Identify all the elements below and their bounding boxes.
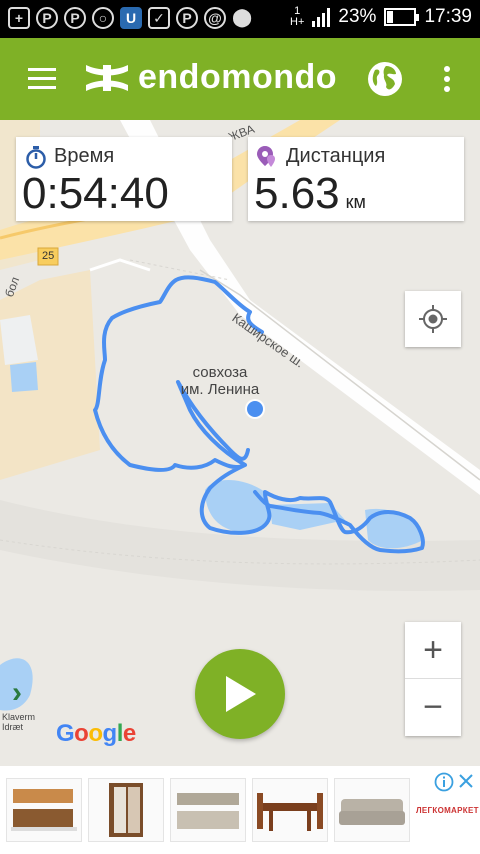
- plus-icon: +: [8, 7, 30, 29]
- brand: endomondo: [84, 58, 337, 97]
- google-logo: Google: [56, 720, 136, 747]
- zoom-controls: + −: [405, 622, 461, 736]
- pinterest-icon: P: [36, 7, 58, 29]
- time-label: Время: [54, 145, 115, 167]
- distance-value: 5.63: [254, 169, 340, 218]
- brand-name: endomondo: [138, 58, 338, 96]
- place-label: совхоза им. Ленина: [170, 364, 270, 398]
- ad-item-wardrobe[interactable]: [88, 778, 164, 842]
- zoom-out-button[interactable]: −: [405, 679, 461, 735]
- clock: 17:39: [424, 6, 472, 27]
- ad-item-kitchen[interactable]: [6, 778, 82, 842]
- under-armour-logo: [86, 64, 128, 91]
- ad-info-icon[interactable]: [434, 772, 454, 792]
- place-label-line1: совхоза: [192, 364, 248, 381]
- network-indicator: 1 H+: [290, 6, 304, 28]
- stopwatch-icon: [26, 146, 46, 169]
- battery-icon: [384, 8, 420, 26]
- distance-unit: км: [345, 192, 366, 212]
- battery-percent: 23%: [338, 6, 377, 27]
- distance-pin-icon: [257, 146, 275, 167]
- distance-card: Дистанция 5.63 км: [248, 137, 464, 221]
- status-bar: + P P ○ U ✓ P @ ⬤ 1 H+ 23% 17:39: [0, 0, 480, 38]
- menu-icon[interactable]: [28, 68, 56, 90]
- globe-icon[interactable]: [366, 60, 404, 98]
- ad-item-sofa[interactable]: [334, 778, 410, 842]
- app-icon: U: [120, 7, 142, 29]
- notification-icons: + P P ○ U ✓ P @ ⬤: [8, 7, 253, 29]
- road-number: 25: [42, 250, 55, 262]
- ad-brand: ЛЕГКОМАРКЕТ: [416, 806, 479, 815]
- current-location-dot: [247, 401, 263, 417]
- battery-level: [387, 11, 394, 23]
- more-vert-icon[interactable]: [444, 66, 450, 96]
- at-icon: @: [204, 7, 226, 29]
- ad-banner[interactable]: ЛЕГКОМАРКЕТ: [0, 766, 480, 854]
- signal-icon: [312, 7, 331, 27]
- distance-value-row: 5.63 км: [254, 169, 366, 219]
- ad-item-kitchen-set[interactable]: [170, 778, 246, 842]
- search-icon: ○: [92, 7, 114, 29]
- time-value: 0:54:40: [22, 169, 169, 218]
- pinterest-icon: P: [176, 7, 198, 29]
- zoom-in-button[interactable]: +: [405, 622, 461, 678]
- corner-label-line2: Idræt: [2, 722, 24, 732]
- ad-close-icon[interactable]: [458, 773, 474, 789]
- app-bar: endomondo: [0, 38, 480, 120]
- network-type: H+: [290, 16, 305, 28]
- ad-item-dining-set[interactable]: [252, 778, 328, 842]
- crosshair-icon: [419, 305, 447, 333]
- time-card: Время 0:54:40: [16, 137, 232, 221]
- pinterest-icon: P: [64, 7, 86, 29]
- my-location-button[interactable]: [405, 291, 461, 347]
- chevron-right-icon[interactable]: ›: [12, 676, 22, 710]
- place-label-line2: им. Ленина: [180, 381, 260, 398]
- location-icon: ⬤: [232, 7, 253, 27]
- distance-label: Дистанция: [286, 145, 386, 167]
- corner-label: Klaverm Idræt: [2, 712, 35, 732]
- start-button[interactable]: [195, 649, 285, 739]
- play-icon: [226, 676, 256, 712]
- corner-label-line1: Klaverm: [2, 712, 36, 722]
- clipboard-icon: ✓: [148, 7, 170, 29]
- water-body: [10, 362, 38, 392]
